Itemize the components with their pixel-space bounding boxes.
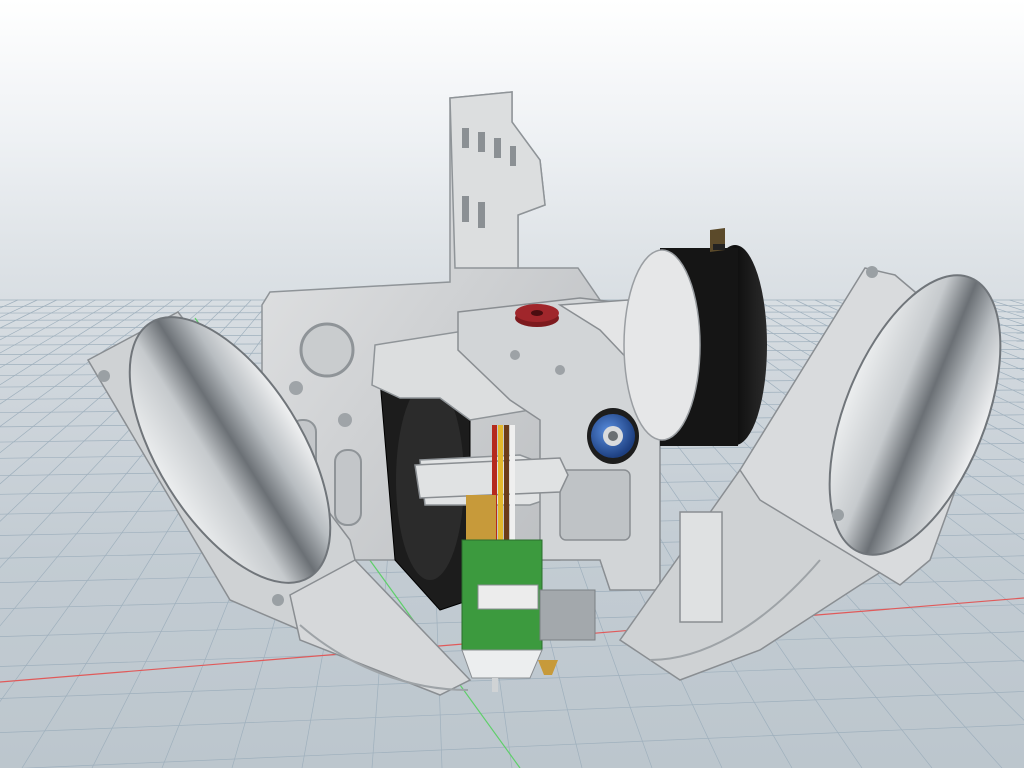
connector-block bbox=[477, 584, 539, 610]
idler-window bbox=[559, 469, 631, 541]
filament-gear-icon[interactable] bbox=[515, 304, 559, 327]
grid-line bbox=[20, 724, 1024, 768]
screw-hole bbox=[510, 350, 520, 360]
cad-viewport[interactable] bbox=[0, 0, 1024, 768]
plate-hole-large bbox=[299, 322, 355, 378]
plate-slot-left bbox=[334, 449, 362, 526]
screw-hole bbox=[555, 365, 565, 375]
bearing-icon[interactable] bbox=[587, 408, 639, 464]
stepper-motor[interactable] bbox=[623, 228, 767, 446]
grid-line bbox=[0, 299, 57, 329]
3d-scene[interactable] bbox=[0, 0, 1024, 768]
plate-hole-small bbox=[338, 413, 352, 427]
plate-hole-small bbox=[289, 381, 303, 395]
grid-line bbox=[0, 691, 1024, 734]
heater-block bbox=[539, 589, 596, 641]
